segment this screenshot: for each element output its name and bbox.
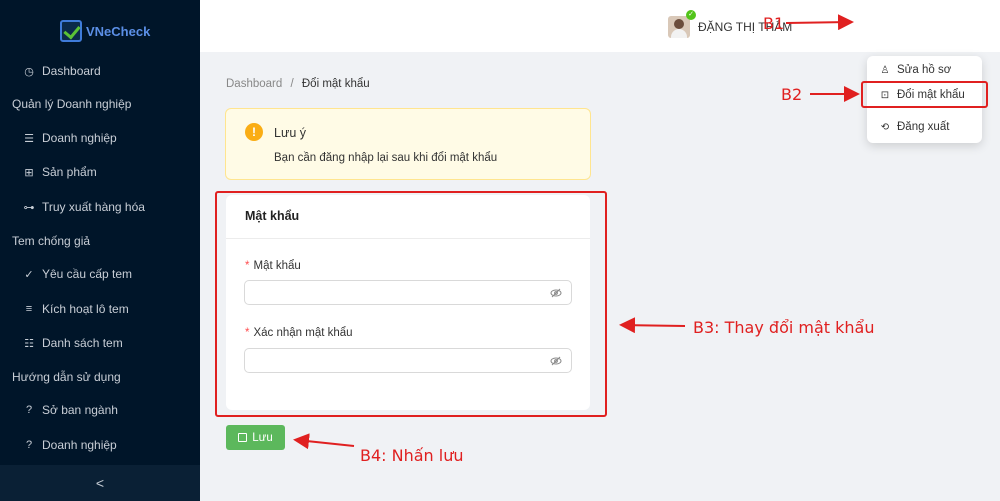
annotation-arrows: [293, 14, 860, 450]
arrow-b4: [293, 433, 355, 450]
arrow-b3: [619, 317, 686, 334]
arrow-b1: [785, 14, 854, 31]
